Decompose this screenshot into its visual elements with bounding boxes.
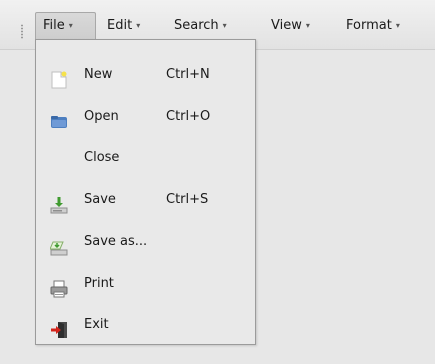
menu-item-save[interactable]: Save Ctrl+S [36,180,255,220]
menu-view-label: View [271,18,302,33]
menu-item-close[interactable]: Close [36,138,255,178]
menu-edit[interactable]: Edit ▾ [107,13,140,39]
save-icon [50,191,68,214]
open-folder-icon [50,108,68,128]
chevron-down-icon: ▾ [222,21,227,30]
menu-item-shortcut: Ctrl+N [166,67,210,82]
menu-item-new[interactable]: New Ctrl+N [36,55,255,95]
menu-format[interactable]: Format ▾ [346,13,400,39]
chevron-down-icon: ▾ [395,21,400,30]
new-document-icon [50,66,68,89]
menu-item-print[interactable]: Print [36,264,255,304]
file-menu-dropdown: New Ctrl+N Open Ctrl+O Close Save Ctrl+S… [35,39,256,345]
menu-item-label: Exit [84,317,109,332]
menu-item-label: Print [84,276,114,291]
menu-format-label: Format [346,18,392,33]
chevron-down-icon: ▾ [136,21,141,30]
menu-item-shortcut: Ctrl+O [166,109,211,124]
chevron-down-icon: ▾ [305,21,310,30]
menu-item-label: Open [84,109,119,124]
save-as-icon [49,233,68,256]
menu-item-label: Save as... [84,234,148,249]
menu-view[interactable]: View ▾ [271,13,310,39]
menu-edit-label: Edit [107,18,133,33]
menu-item-save-as[interactable]: Save as... [36,222,255,262]
menu-search-label: Search [174,18,219,33]
menu-item-label: New [84,67,113,82]
menu-item-shortcut: Ctrl+S [166,192,209,207]
printer-icon [50,275,68,298]
menu-item-exit[interactable]: Exit [36,305,255,345]
menu-search[interactable]: Search ▾ [174,13,227,39]
chevron-down-icon: ▾ [68,21,73,30]
menu-item-label: Save [84,192,116,207]
menu-file-label: File [43,18,65,33]
exit-icon [50,316,68,338]
menu-item-label: Close [84,150,120,165]
menu-item-open[interactable]: Open Ctrl+O [36,97,255,137]
toolbar-grip-handle[interactable] [21,24,23,39]
menu-file[interactable]: File ▾ [35,12,96,40]
